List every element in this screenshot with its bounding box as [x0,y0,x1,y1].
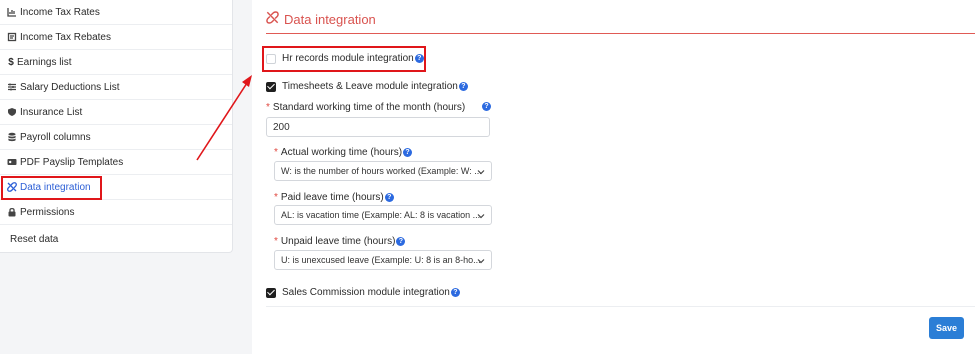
title-divider [266,33,975,34]
sidebar-item-payroll-columns[interactable]: Payroll columns [0,125,232,150]
required-mark: * [266,102,270,113]
footer-divider [266,306,975,307]
timesheets-module-row: Timesheets & Leave module integration ? [266,81,468,92]
sales-module-label: Sales Commission module integration [282,287,450,298]
sidebar-item-label: Income Tax Rates [20,6,100,18]
sales-module-row: Sales Commission module integration ? [266,287,460,298]
unpaid-leave-select[interactable]: U: is unexcused leave (Example: U: 8 is … [274,250,492,270]
id-card-icon [7,157,17,167]
unpaid-leave-label: Unpaid leave time (hours) [280,236,396,247]
dollar-icon: $ [8,56,14,68]
receipt-icon [7,32,17,42]
help-icon[interactable]: ? [482,102,491,111]
paid-leave-label-row: * Paid leave time (hours) ? [274,192,394,203]
required-mark: * [274,192,278,203]
timesheets-module-label: Timesheets & Leave module integration [282,81,458,92]
sidebar-item-pdf-payslip-templates[interactable]: PDF Payslip Templates [0,150,232,175]
paid-leave-select[interactable]: AL: is vacation time (Example: AL: 8 is … [274,205,492,225]
actual-time-label-row: * Actual working time (hours) ? [274,147,413,158]
paid-leave-value: AL: is vacation time (Example: AL: 8 is … [281,210,481,220]
standard-time-label-row: * Standard working time of the month (ho… [266,102,465,113]
required-mark: * [274,236,278,247]
help-icon[interactable]: ? [384,193,394,202]
sidebar-item-salary-deductions-list[interactable]: Salary Deductions List [0,75,232,100]
shield-icon [7,107,17,117]
hr-module-checkbox[interactable] [266,53,276,64]
list-icon [7,82,17,92]
bar-chart-icon [7,7,17,17]
paid-leave-label: Paid leave time (hours) [280,192,384,203]
help-icon[interactable]: ? [403,148,413,157]
help-icon[interactable]: ? [414,54,424,63]
sidebar-item-reset-data[interactable]: Reset data [0,227,232,252]
sidebar-item-label: Earnings list [17,56,72,68]
hr-module-label: Hr records module integration [282,53,414,64]
timesheets-module-checkbox[interactable] [266,81,276,92]
standard-time-label: Standard working time of the month (hour… [272,102,466,113]
actual-time-select[interactable]: W: is the number of hours worked (Exampl… [274,161,492,181]
sales-module-checkbox[interactable] [266,287,276,298]
lock-icon [7,207,17,217]
sidebar-item-income-tax-rebates[interactable]: Income Tax Rebates [0,25,232,50]
required-mark: * [274,147,278,158]
sidebar-item-label: Salary Deductions List [20,81,120,93]
sidebar-item-label: Income Tax Rebates [20,31,111,43]
chevron-down-icon [477,170,485,175]
help-icon[interactable]: ? [458,82,468,91]
sidebar-item-insurance-list[interactable]: Insurance List [0,100,232,125]
save-button[interactable]: Save [929,317,964,339]
sidebar-item-label: Insurance List [20,106,83,118]
settings-sidebar: Income Tax Rates Income Tax Rebates $ Ea… [0,0,233,253]
sidebar-item-income-tax-rates[interactable]: Income Tax Rates [0,0,232,25]
page-title: Data integration [284,11,376,27]
unpaid-leave-label-row: * Unpaid leave time (hours) ? [274,236,406,247]
sidebar-item-label: Data integration [20,181,91,193]
standard-time-input[interactable]: 200 [266,117,490,137]
link-broken-icon [7,182,17,192]
hr-module-row: Hr records module integration ? [266,53,424,64]
main-panel: Data integration Hr records module integ… [252,0,975,354]
sidebar-item-permissions[interactable]: Permissions [0,200,232,225]
chevron-down-icon [477,214,485,219]
sidebar-item-data-integration[interactable]: Data integration [0,175,232,200]
help-icon[interactable]: ? [396,237,406,246]
actual-time-label: Actual working time (hours) [280,147,403,158]
sidebar-item-earnings-list[interactable]: $ Earnings list [0,50,232,75]
sidebar-item-label: Reset data [10,234,59,245]
actual-time-value: W: is the number of hours worked (Exampl… [281,166,482,176]
database-icon [7,132,17,142]
help-icon[interactable]: ? [450,288,460,297]
chevron-down-icon [477,259,485,264]
sidebar-item-label: Permissions [20,206,75,218]
sidebar-item-label: Payroll columns [20,131,91,143]
link-broken-icon [266,11,279,27]
sidebar-item-label: PDF Payslip Templates [20,156,124,168]
page-header: Data integration [266,11,376,27]
unpaid-leave-value: U: is unexcused leave (Example: U: 8 is … [281,255,481,265]
